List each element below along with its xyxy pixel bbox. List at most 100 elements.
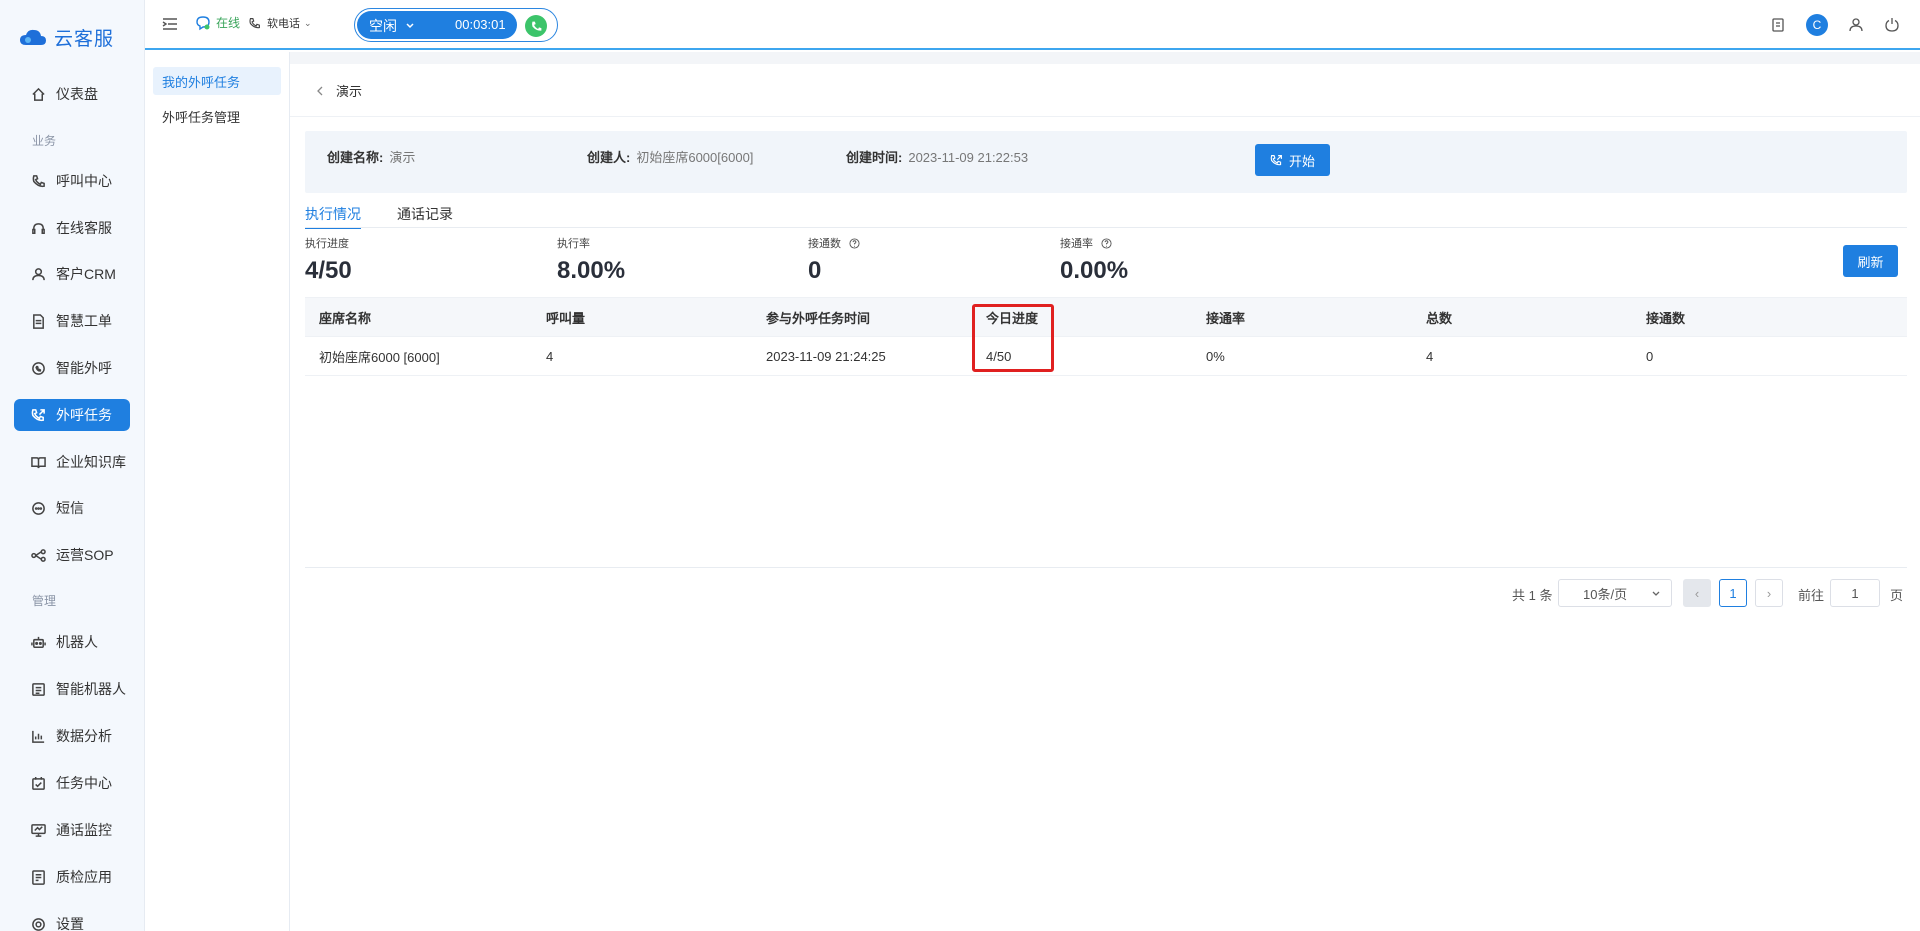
goto-page-input[interactable]: 1 — [1830, 579, 1880, 607]
main-content: 演示 创建名称: 演示 创建人: 初始座席6000[6000] 创建时间: 2023-… — [290, 52, 1920, 931]
sidebar-item-label: 智能机器人 — [56, 681, 126, 697]
phone-icon — [249, 17, 260, 28]
user-icon — [30, 266, 46, 282]
inspect-icon — [30, 869, 46, 885]
softphone-label: 软电话 — [267, 18, 300, 30]
chat-phone-icon — [30, 360, 46, 376]
robot-icon — [30, 634, 46, 650]
sidebar-item-label: 企业知识库 — [56, 454, 126, 470]
chevron-left-icon — [317, 86, 323, 95]
submenu-item-task-management[interactable]: 外呼任务管理 — [153, 102, 281, 130]
submenu: 我的外呼任务 外呼任务管理 — [145, 52, 290, 931]
info-time-key: 创建时间: — [846, 150, 903, 165]
note-icon[interactable] — [1770, 17, 1786, 33]
tabs-divider — [305, 227, 1907, 228]
chevron-right-icon: › — [1766, 585, 1772, 601]
headset-icon — [30, 220, 46, 236]
book-icon — [30, 454, 46, 470]
help-icon[interactable] — [849, 237, 860, 249]
info-time: 创建时间: 2023-11-09 21:22:53 — [846, 147, 1028, 166]
table-cell: 4/50 — [986, 348, 1012, 364]
pagination-total: 共 1 条 — [1512, 588, 1553, 603]
sidebar-item-online-service[interactable]: 在线客服 — [14, 212, 130, 244]
sidebar-item-dashboard[interactable]: 仪表盘 — [14, 78, 130, 110]
sidebar-item-knowledge-base[interactable]: 企业知识库 — [14, 446, 130, 478]
table-cell: 4 — [546, 348, 554, 364]
info-creator-key: 创建人: — [587, 150, 631, 165]
help-icon[interactable] — [1101, 237, 1112, 249]
sidebar-item-label: 呼叫中心 — [56, 173, 112, 189]
avatar[interactable]: C — [1806, 14, 1828, 36]
sidebar-item-call-center[interactable]: 呼叫中心 — [14, 165, 130, 197]
sidebar-item-smart-robot[interactable]: 智能机器人 — [14, 673, 130, 705]
prev-page-button[interactable]: ‹ — [1683, 579, 1711, 607]
sidebar-item-label: 质检应用 — [56, 869, 112, 885]
sidebar-item-label: 通话监控 — [56, 822, 112, 838]
column-header: 接通数 — [1646, 310, 1686, 326]
table-cell: 初始座席6000 [6000] — [319, 349, 440, 365]
call-state-dropdown[interactable]: 空闲 — [369, 16, 415, 36]
chevron-left-icon: ‹ — [1694, 585, 1700, 601]
phone-icon — [531, 21, 541, 31]
user-icon[interactable] — [1848, 17, 1864, 33]
sidebar-item-label: 仪表盘 — [56, 86, 98, 102]
tab-execution[interactable]: 执行情况 — [305, 199, 361, 229]
sidebar-item-call-monitor[interactable]: 通话监控 — [14, 814, 130, 846]
info-time-value: 2023-11-09 21:22:53 — [908, 150, 1029, 165]
gear-icon — [30, 916, 46, 931]
sidebar: 云客服 仪表盘 业务 呼叫中心 在线客服 客户CRM 智慧工单 智能外呼 外呼任… — [0, 0, 145, 931]
stat-value: 0.00% — [1060, 257, 1129, 284]
goto-suffix: 页 — [1890, 588, 1904, 603]
sidebar-item-settings[interactable]: 设置 — [14, 908, 130, 931]
monitor-icon — [30, 822, 46, 838]
info-creator: 创建人: 初始座席6000[6000] — [587, 147, 753, 166]
softphone-selector[interactable]: 软电话 ⌄ — [248, 15, 312, 31]
sidebar-item-label: 设置 — [56, 916, 84, 931]
page-number[interactable]: 1 — [1719, 579, 1747, 607]
stat-label-row: 接通率 — [1060, 235, 1128, 251]
start-button-label: 开始 — [1288, 153, 1315, 169]
stat-value: 8.00% — [557, 257, 626, 284]
column-header: 参与外呼任务时间 — [766, 310, 871, 326]
stat-label: 接通数 — [808, 238, 841, 250]
sidebar-item-data-analysis[interactable]: 数据分析 — [14, 720, 130, 752]
table-cell: 2023-11-09 21:24:25 — [766, 348, 886, 364]
table-cell: 0% — [1206, 348, 1225, 364]
sidebar-item-sop[interactable]: 运营SOP — [14, 539, 130, 571]
goto-label: 前往 — [1798, 588, 1825, 603]
cloud-logo-icon — [18, 27, 48, 47]
start-button[interactable]: 开始 — [1255, 144, 1330, 176]
detail-panel: 演示 创建名称: 演示 创建人: 初始座席6000[6000] 创建时间: 2023-… — [290, 64, 1920, 931]
tab-call-records[interactable]: 通话记录 — [397, 199, 453, 229]
next-page-button[interactable]: › — [1755, 579, 1783, 607]
sidebar-item-smart-outbound[interactable]: 智能外呼 — [14, 352, 130, 384]
sidebar-item-quality-inspection[interactable]: 质检应用 — [14, 861, 130, 893]
stat-execution-rate: 执行率 8.00% — [557, 235, 625, 285]
submenu-item-my-tasks[interactable]: 我的外呼任务 — [153, 67, 281, 95]
sidebar-item-label: 智能外呼 — [56, 360, 112, 376]
power-icon[interactable] — [1884, 17, 1900, 33]
back-link[interactable]: 演示 — [316, 81, 362, 100]
sidebar-item-crm[interactable]: 客户CRM — [14, 258, 130, 290]
sidebar-item-label: 客户CRM — [56, 266, 116, 282]
online-status[interactable]: 在线 — [195, 14, 240, 31]
stat-label: 执行进度 — [305, 238, 349, 250]
info-name-key: 创建名称: — [327, 150, 384, 165]
info-name: 创建名称: 演示 — [327, 147, 415, 166]
sidebar-item-outbound-task[interactable]: 外呼任务 — [14, 399, 130, 431]
refresh-button[interactable]: 刷新 — [1843, 245, 1898, 277]
sidebar-item-sms[interactable]: 短信 — [14, 492, 130, 524]
answer-call-button[interactable] — [525, 15, 547, 37]
sidebar-item-task-center[interactable]: 任务中心 — [14, 767, 130, 799]
page-size-value: 10条/页 — [1583, 586, 1628, 602]
sidebar-item-work-order[interactable]: 智慧工单 — [14, 305, 130, 337]
chevron-down-icon: ⌄ — [304, 17, 312, 28]
sidebar-item-robot[interactable]: 机器人 — [14, 626, 130, 658]
agent-table: 座席名称 呼叫量 参与外呼任务时间 今日进度 接通率 总数 接通数 初始座席60… — [305, 297, 1907, 376]
table-row[interactable]: 初始座席6000 [6000] 4 2023-11-09 21:24:25 4/… — [305, 337, 1907, 376]
page-title: 演示 — [336, 84, 363, 99]
menu-toggle-icon[interactable] — [162, 16, 178, 32]
call-timer: 00:03:01 — [455, 17, 506, 32]
page-size-select[interactable]: 10条/页 — [1558, 579, 1672, 607]
chevron-down-icon — [1652, 591, 1660, 596]
